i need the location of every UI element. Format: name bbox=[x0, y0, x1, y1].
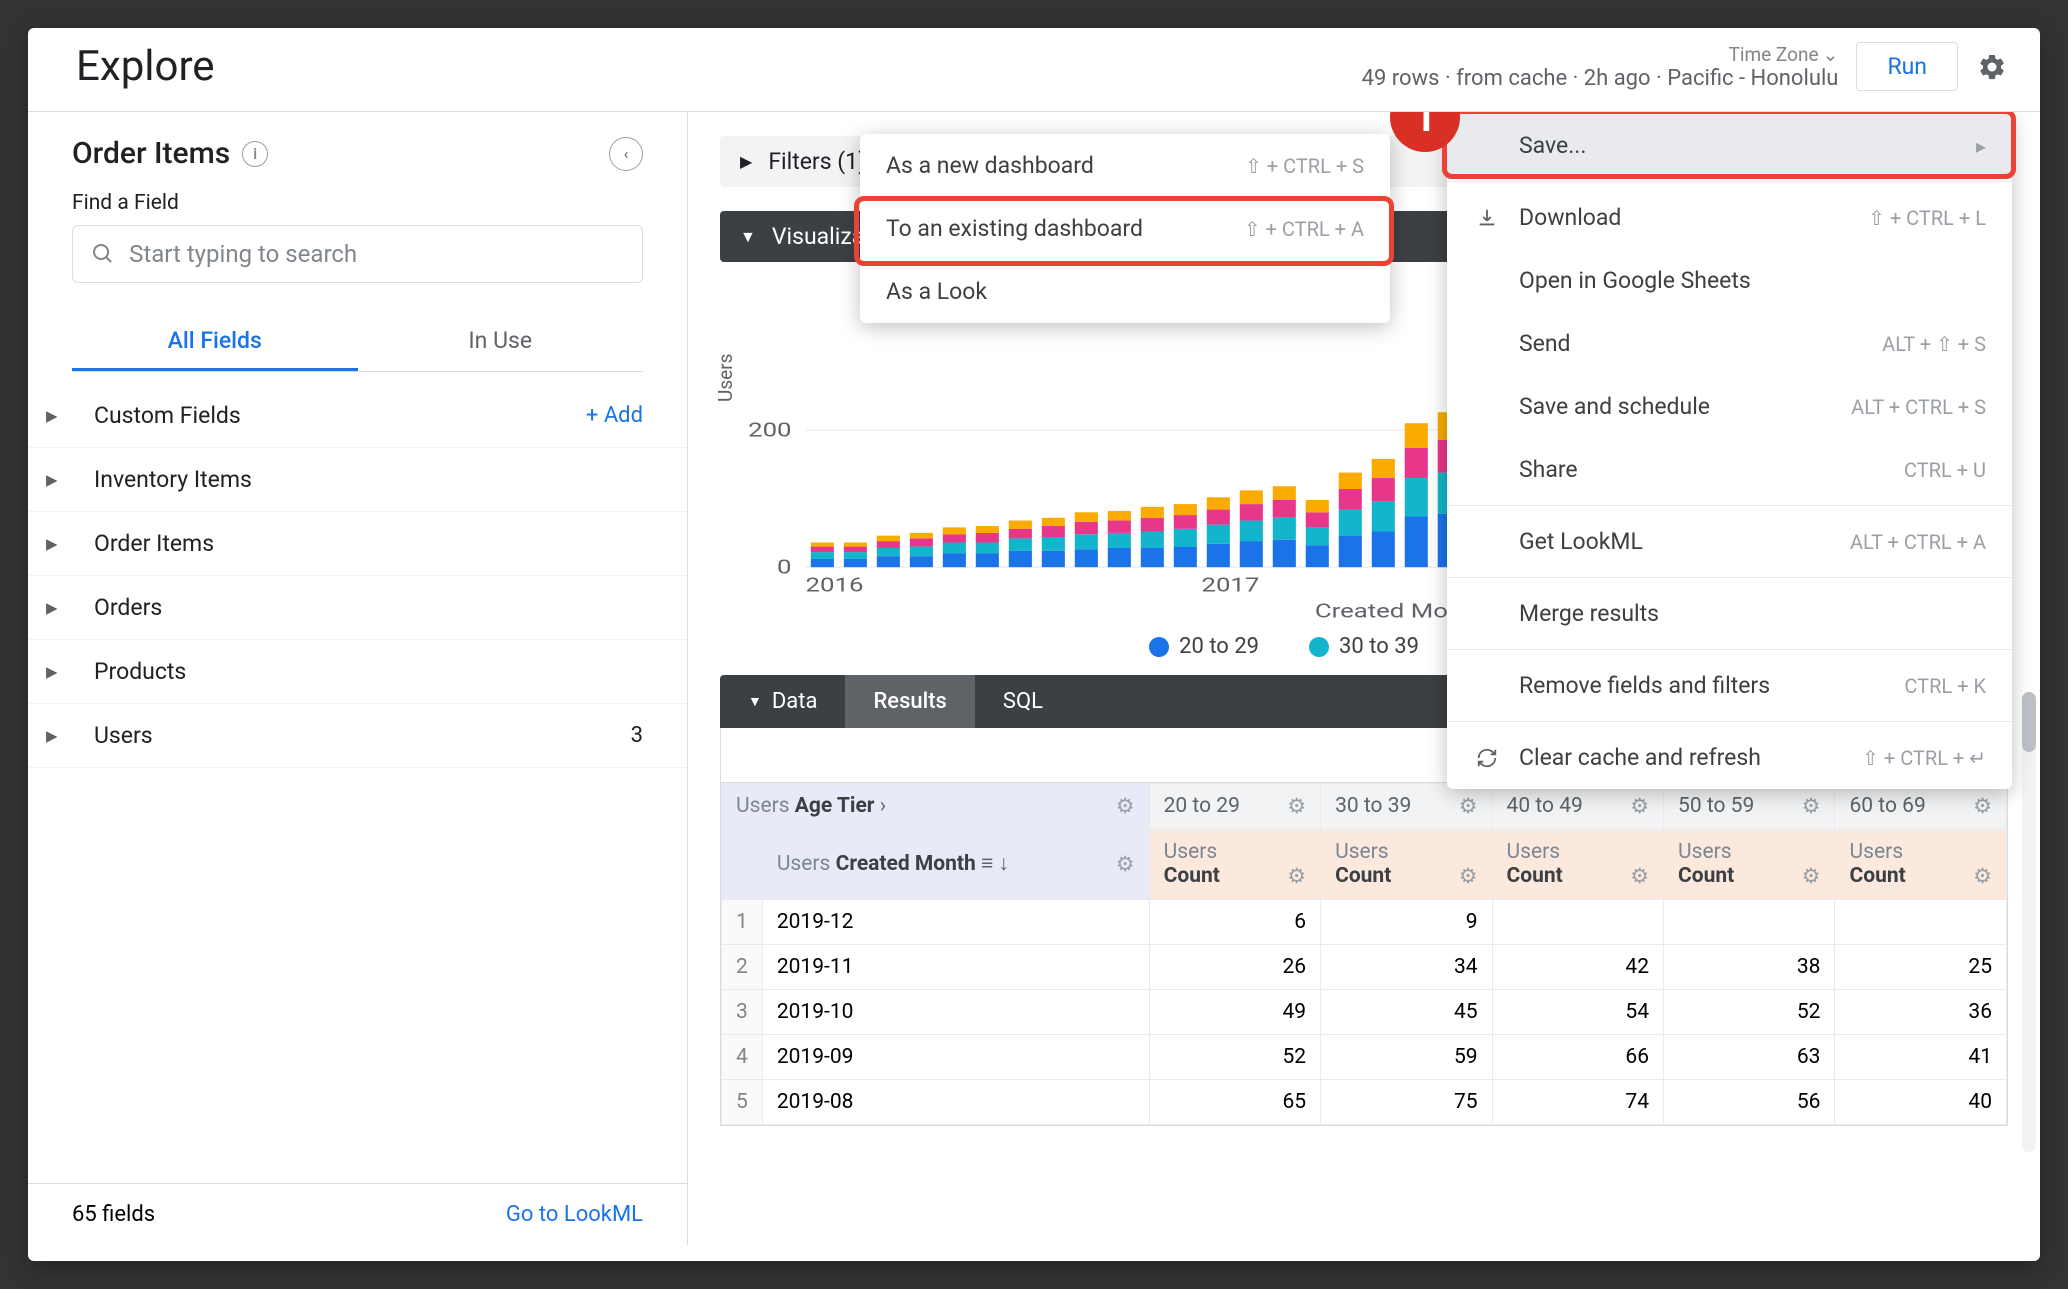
field-search-input[interactable] bbox=[72, 225, 643, 283]
menu-merge-results[interactable]: Merge results bbox=[1447, 582, 2012, 645]
gear-icon[interactable] bbox=[1976, 51, 2008, 83]
download-icon bbox=[1473, 207, 1501, 229]
menu-save-new-dashboard[interactable]: As a new dashboard ⇧ + CTRL + S bbox=[860, 134, 1390, 197]
table-row[interactable]: 12019-1269 bbox=[722, 900, 2007, 945]
caret-down-icon: ▼ bbox=[748, 693, 762, 710]
caret-down-icon: ▼ bbox=[740, 227, 756, 247]
field-group-custom-fields[interactable]: ▸ Custom Fields + Add bbox=[28, 384, 687, 448]
gear-menu: Save... ▸ Download ⇧ + CTRL + L Open in … bbox=[1447, 114, 2012, 789]
chart-y-axis-label: Users bbox=[714, 354, 737, 402]
refresh-icon bbox=[1473, 747, 1501, 769]
tab-all-fields[interactable]: All Fields bbox=[72, 313, 358, 371]
table-row[interactable]: 32019-104945545236 bbox=[722, 990, 2007, 1035]
explore-name: Order Items bbox=[72, 136, 230, 171]
info-icon[interactable]: i bbox=[242, 141, 268, 167]
find-field-label: Find a Field bbox=[72, 191, 643, 215]
caret-right-icon: ▶ bbox=[740, 152, 752, 171]
submenu-arrow-icon: ▸ bbox=[1976, 134, 1986, 158]
field-count: 65 fields bbox=[72, 1202, 155, 1227]
results-table[interactable]: Users Age Tier › ⚙20 to 29 ⚙30 to 39 ⚙40… bbox=[720, 783, 2008, 1126]
svg-text:2016: 2016 bbox=[806, 573, 864, 596]
field-group-products[interactable]: ▸ Products bbox=[28, 640, 687, 704]
tab-sql[interactable]: SQL bbox=[975, 675, 1071, 728]
menu-remove-fields-filters[interactable]: Remove fields and filters CTRL + K bbox=[1447, 654, 2012, 717]
vertical-scrollbar[interactable] bbox=[2022, 692, 2036, 1152]
svg-text:200: 200 bbox=[748, 419, 791, 442]
top-bar: Explore Time Zone ⌄ 49 rows · from cache… bbox=[28, 28, 2040, 112]
search-icon bbox=[91, 241, 115, 267]
save-submenu: As a new dashboard ⇧ + CTRL + S To an ex… bbox=[860, 134, 1390, 323]
run-button[interactable]: Run bbox=[1856, 42, 1958, 91]
tab-in-use[interactable]: In Use bbox=[358, 313, 644, 371]
svg-text:0: 0 bbox=[777, 556, 791, 579]
tab-results[interactable]: Results bbox=[845, 675, 974, 728]
menu-get-lookml[interactable]: Get LookML ALT + CTRL + A bbox=[1447, 510, 2012, 573]
table-row[interactable]: 42019-095259666341 bbox=[722, 1035, 2007, 1080]
query-status: 49 rows · from cache · 2h ago · Pacific … bbox=[1362, 66, 1839, 91]
menu-send[interactable]: Send ALT + ⇧ + S bbox=[1447, 312, 2012, 375]
page-title: Explore bbox=[76, 42, 215, 91]
table-row[interactable]: 22019-112634423825 bbox=[722, 945, 2007, 990]
field-group-inventory-items[interactable]: ▸ Inventory Items bbox=[28, 448, 687, 512]
field-group-orders[interactable]: ▸ Orders bbox=[28, 576, 687, 640]
caret-right-icon: ▸ bbox=[46, 530, 70, 557]
menu-share[interactable]: Share CTRL + U bbox=[1447, 438, 2012, 501]
caret-right-icon: ▸ bbox=[46, 402, 70, 429]
menu-save[interactable]: Save... ▸ bbox=[1447, 114, 2012, 177]
field-group-order-items[interactable]: ▸ Order Items bbox=[28, 512, 687, 576]
add-custom-field-button[interactable]: + Add bbox=[586, 403, 643, 428]
legend-item[interactable]: 30 to 39 bbox=[1309, 634, 1419, 659]
menu-open-google-sheets[interactable]: Open in Google Sheets bbox=[1447, 249, 2012, 312]
go-to-lookml-link[interactable]: Go to LookML bbox=[506, 1202, 643, 1227]
menu-save-as-look[interactable]: As a Look bbox=[860, 260, 1390, 323]
caret-right-icon: ▸ bbox=[46, 466, 70, 493]
svg-text:2017: 2017 bbox=[1201, 573, 1259, 596]
chevron-down-icon: ⌄ bbox=[1823, 43, 1839, 66]
caret-right-icon: ▸ bbox=[46, 594, 70, 621]
main-panel: ▶ Filters (1) ▼ Visualization Users 0200… bbox=[688, 112, 2040, 1245]
menu-save-existing-dashboard[interactable]: To an existing dashboard ⇧ + CTRL + A bbox=[860, 197, 1390, 260]
caret-right-icon: ▸ bbox=[46, 722, 70, 749]
field-group-users[interactable]: ▸ Users 3 bbox=[28, 704, 687, 768]
timezone-dropdown[interactable]: Time Zone ⌄ bbox=[1362, 43, 1839, 66]
tab-data[interactable]: ▼Data bbox=[720, 675, 845, 728]
legend-item[interactable]: 20 to 29 bbox=[1149, 634, 1259, 659]
menu-clear-cache-refresh[interactable]: Clear cache and refresh ⇧ + CTRL + ↵ bbox=[1447, 726, 2012, 789]
collapse-sidebar-icon[interactable]: ‹ bbox=[609, 137, 643, 171]
menu-download[interactable]: Download ⇧ + CTRL + L bbox=[1447, 186, 2012, 249]
caret-right-icon: ▸ bbox=[46, 658, 70, 685]
menu-save-schedule[interactable]: Save and schedule ALT + CTRL + S bbox=[1447, 375, 2012, 438]
table-row[interactable]: 52019-086575745640 bbox=[722, 1080, 2007, 1125]
field-picker-sidebar: Order Items i ‹ Find a Field All Fields … bbox=[28, 112, 688, 1245]
app-window: Explore Time Zone ⌄ 49 rows · from cache… bbox=[28, 28, 2040, 1261]
